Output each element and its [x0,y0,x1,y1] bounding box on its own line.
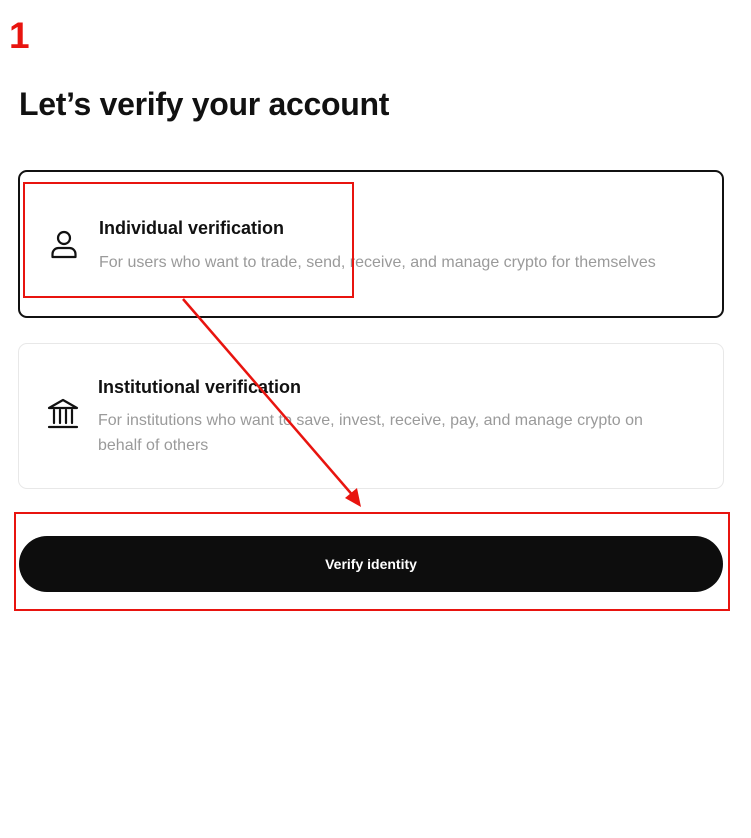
individual-verification-title: Individual verification [99,218,285,238]
institutional-verification-description: For institutions who want to save, inves… [98,412,643,454]
step-number-label: 1 [9,15,30,56]
institutional-verification-title: Institutional verification [98,377,302,397]
individual-verification-option[interactable]: Individual verification For users who wa… [18,170,724,318]
user-icon [47,227,81,261]
individual-verification-description: For users who want to trade, send, recei… [99,254,656,271]
bank-icon [46,397,80,431]
institutional-verification-option[interactable]: Institutional verification For instituti… [18,343,724,489]
page-title: Let’s verify your account [19,86,390,122]
verify-identity-button[interactable]: Verify identity [19,536,723,592]
